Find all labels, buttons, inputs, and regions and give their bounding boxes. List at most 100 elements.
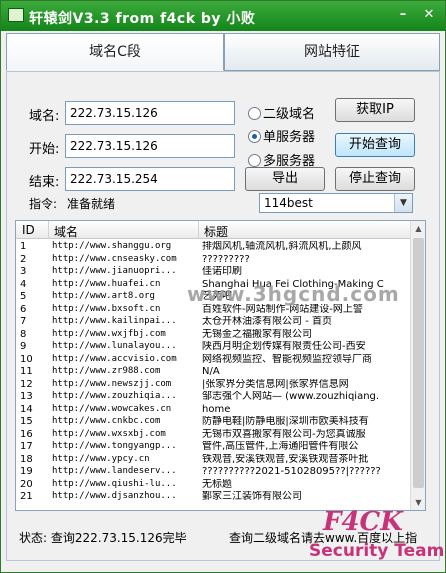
list-cell-title: 无锡金之福搬家有限公司	[202, 328, 312, 340]
start-label: 开始:	[29, 142, 60, 157]
start-query-button[interactable]: 开始查询	[335, 133, 415, 157]
list-cell-domain: http://www.cnkbc.com	[52, 416, 161, 426]
list-cell-id: 18	[20, 453, 33, 465]
list-item[interactable]: 7 http://www.kailinpai... 太仓开林油漆有限公司 - 首页	[16, 316, 411, 327]
list-item[interactable]: 17 http://www.tongyangp... 管件,高压管件,上海通阳管件有…	[16, 441, 411, 452]
command-label: 指令:	[29, 197, 58, 211]
list-item[interactable]: 14 http://www.wowcakes.cn home	[16, 404, 411, 415]
list-cell-title: 鄞家三江装饰有限公司	[202, 491, 302, 502]
list-cell-domain: http://www.ypcy.cn	[52, 453, 150, 464]
radio-label-single-server: 单服务器	[263, 130, 316, 145]
export-button[interactable]: 导出	[245, 167, 325, 191]
column-header-id[interactable]: ID	[22, 223, 35, 237]
list-cell-title: 铁观音,安溪铁观音,安溪铁观音茶叶批	[202, 453, 369, 465]
title-bar[interactable]: 轩辕剑V3.3 from f4ck by 小败 – ✕	[1, 1, 445, 31]
logo-line-2: Security Team	[309, 541, 445, 561]
list-cell-domain: http://www.wxsxbj.com	[52, 428, 166, 439]
scroll-thumb[interactable]	[413, 238, 424, 488]
list-cell-id: 16	[20, 428, 33, 440]
vertical-scrollbar[interactable]: ▲ ▼	[410, 221, 425, 510]
list-item[interactable]: 11 http://www.zr988.com N/A	[16, 366, 411, 377]
list-cell-domain: http://www.newszjj.com	[52, 378, 172, 389]
list-cell-domain: http://www.jianuopri...	[52, 266, 177, 276]
list-cell-title: 排烟风机,轴流风机,斜流风机,上颜风	[202, 241, 362, 252]
list-cell-id: 19	[20, 466, 33, 477]
radio-dot-multi-server	[248, 154, 261, 167]
list-cell-id: 12	[20, 378, 33, 390]
list-cell-id: 3	[20, 266, 27, 277]
start-ip-input[interactable]: 222.73.15.126	[65, 134, 235, 158]
list-cell-domain: http://www.huafei.cn	[52, 278, 161, 289]
list-item[interactable]: 10 http://www.accvisio.com 网络视频监控、智能视频监控领导…	[16, 354, 411, 365]
minimize-icon[interactable]: –	[393, 6, 413, 24]
list-item[interactable]: 8 http://www.wxjfbj.com 无锡金之福搬家有限公司	[16, 329, 411, 340]
list-cell-id: 10	[20, 353, 33, 365]
list-item[interactable]: 9 http://www.lunalayou... 陕西月明企划传媒有限责任公司-西…	[16, 341, 411, 352]
window-title: 轩辕剑V3.3 from f4ck by 小败	[29, 11, 256, 27]
list-cell-id: 2	[20, 253, 27, 265]
close-icon[interactable]: ✕	[419, 6, 439, 24]
list-cell-id: 11	[20, 366, 33, 377]
list-item[interactable]: 12 http://www.newszjj.com |张家界分类信息网|张家界信息网	[16, 379, 411, 390]
list-cell-id: 15	[20, 416, 33, 427]
list-cell-domain: http://www.djsanzhou...	[52, 491, 177, 501]
list-cell-title: home	[202, 403, 231, 415]
stop-query-button[interactable]: 停止查询	[335, 167, 415, 191]
f4ck-logo: F4CK Security Team	[309, 505, 446, 573]
radio-dot-single-server	[248, 130, 261, 143]
list-cell-domain: http://www.art8.org	[52, 291, 155, 301]
radio-subdomain[interactable]: 二级域名	[248, 103, 315, 122]
list-cell-domain: http://www.wxjfbj.com	[52, 328, 166, 339]
list-cell-id: 17	[20, 441, 33, 452]
list-cell-title: 网络视频监控、智能视频监控领导厂商	[202, 353, 372, 365]
scroll-up-icon[interactable]: ▲	[411, 221, 425, 236]
list-cell-title: 管件,高压管件,上海通阳管件有限公	[202, 441, 359, 452]
command-status: 准备就绪	[67, 197, 116, 211]
list-cell-id: 14	[20, 403, 33, 415]
list-cell-domain: http://www.landeserv...	[52, 466, 177, 476]
logo-line-1: F4CK	[323, 507, 403, 537]
column-header-domain[interactable]: 域名	[54, 223, 78, 240]
list-item[interactable]: 2 http://www.cnseasky.com?????????	[16, 254, 411, 265]
tab-site-feature[interactable]: 网站特征	[224, 33, 440, 71]
list-item[interactable]: 3 http://www.jianuopri... 佳诺印刷	[16, 266, 411, 277]
list-item[interactable]: 1 http://www.shanggu.org 排烟风机,轴流风机,斜流风机,上颜…	[16, 241, 411, 252]
list-cell-title: 陕西月明企划传媒有限责任公司-西安	[202, 341, 366, 352]
end-ip-input[interactable]: 222.73.15.254	[65, 167, 235, 191]
engine-select[interactable]: 114best ▼	[259, 193, 413, 213]
domain-label: 域名:	[29, 109, 60, 124]
list-cell-id: 20	[20, 478, 33, 490]
tab-domain-c-segment[interactable]: 域名C段	[6, 33, 224, 71]
get-ip-button[interactable]: 获取IP	[335, 98, 415, 122]
list-cell-domain: http://www.accvisio.com	[52, 353, 177, 364]
radio-single-server[interactable]: 单服务器	[248, 126, 315, 145]
list-cell-domain: http://www.wowcakes.cn	[52, 403, 172, 414]
chevron-down-icon[interactable]: ▼	[394, 194, 412, 212]
list-cell-domain: http://www.zouzhiqia...	[52, 391, 177, 401]
list-cell-title: |张家界分类信息网|张家界信息网	[202, 378, 349, 390]
list-item[interactable]: 21 http://www.djsanzhou... 鄞家三江装饰有限公司	[16, 491, 411, 502]
list-cell-id: 7	[20, 316, 27, 327]
list-item[interactable]: 20 http://www.qiushi-lu... 无标题	[16, 479, 411, 490]
column-header-title[interactable]: 标题	[204, 223, 228, 240]
list-item[interactable]: 19 http://www.landeserv... ??????????2021-…	[16, 466, 411, 477]
app-icon	[8, 8, 24, 22]
list-cell-domain: http://www.lunalayou...	[52, 341, 177, 351]
list-item[interactable]: 15 http://www.cnkbc.com 防静电鞋|防静电服|深圳市欧美科技有	[16, 416, 411, 427]
list-cell-title: ??????????2021-51028095??|??????	[202, 466, 381, 477]
list-header: ID 域名 标题	[16, 221, 411, 239]
list-cell-id: 21	[20, 491, 33, 502]
column-divider[interactable]	[48, 221, 49, 239]
list-cell-domain: http://www.cnseasky.com	[52, 253, 177, 264]
app-window: 轩辕剑V3.3 from f4ck by 小败 – ✕ 域名C段 网站特征 域名…	[0, 0, 446, 573]
list-cell-title: 邹志强个人网站— (www.zouzhiqiang.	[202, 391, 380, 402]
list-item[interactable]: 18 http://www.ypcy.cn 铁观音,安溪铁观音,安溪铁观音茶叶批	[16, 454, 411, 465]
list-cell-domain: http://www.kailinpai...	[52, 316, 177, 326]
list-item[interactable]: 13 http://www.zouzhiqia... 邹志强个人网站— (www.z…	[16, 391, 411, 402]
list-item[interactable]: 16 http://www.wxsxbj.com 无锡市双喜搬家有限公司-为您真诚服	[16, 429, 411, 440]
column-divider[interactable]	[198, 221, 199, 239]
list-cell-id: 13	[20, 391, 33, 402]
results-list[interactable]: ID 域名 标题 1 http://www.shanggu.org 排烟风机,轴流风…	[15, 220, 426, 511]
list-cell-title: N/A	[202, 366, 220, 377]
domain-input[interactable]: 222.73.15.126	[65, 101, 235, 125]
